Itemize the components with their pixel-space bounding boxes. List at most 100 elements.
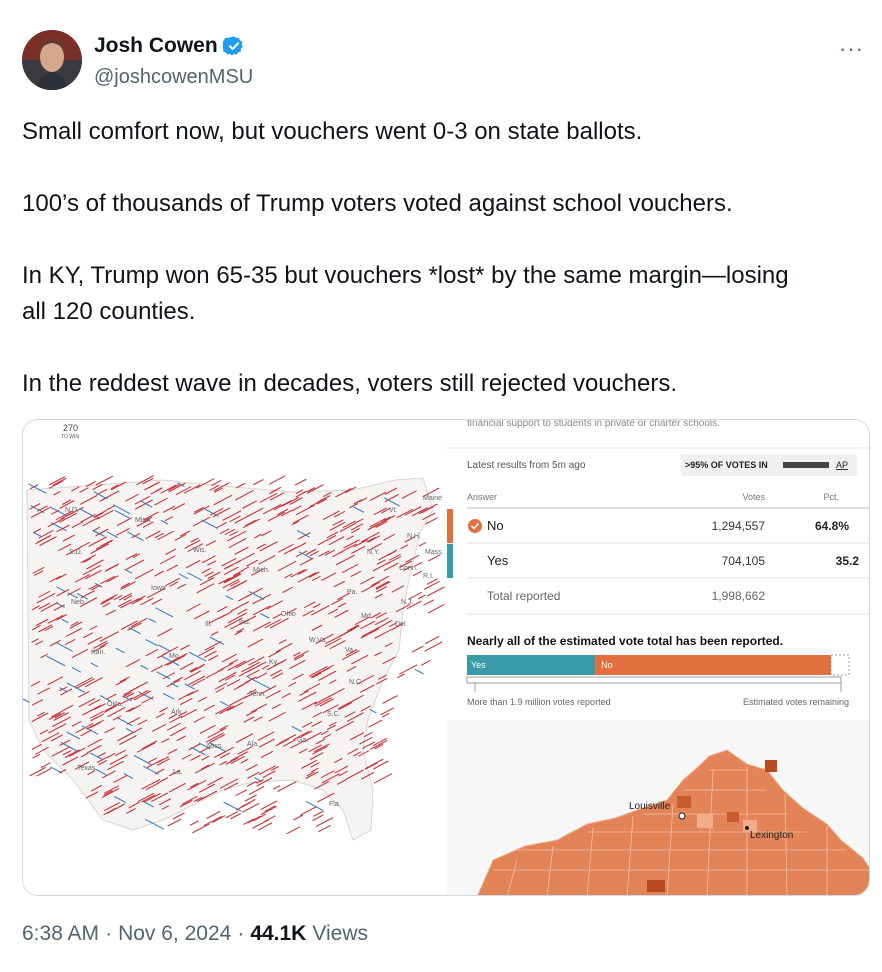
electoral-count-sub: TO WIN [61, 434, 79, 440]
shift-map-canvas: 270 TO WIN N.D. Minn. S.D. Wis. Mich. Neb. Iow… [23, 423, 445, 841]
shift-arrow [424, 635, 440, 645]
shift-arrow [373, 773, 393, 784]
shift-arrow [235, 789, 247, 797]
state-label: Del. [395, 621, 408, 628]
row-answer: Yes [487, 553, 509, 568]
row-votes: 704,105 [722, 554, 766, 568]
separator: · [105, 922, 113, 945]
shift-arrow [418, 542, 427, 547]
more-options-icon[interactable]: ··· [839, 36, 864, 62]
shift-arrow [294, 478, 307, 486]
tweet-text: Small comfort now, but vouchers went 0-3… [22, 114, 862, 402]
shift-arrow [364, 758, 384, 770]
state-label: Pa. [347, 589, 358, 596]
shift-arrow [423, 580, 440, 590]
tweet-paragraph: Small comfort now, but vouchers went 0-3… [22, 118, 643, 145]
display-name[interactable]: Josh Cowen [94, 34, 218, 58]
handle[interactable]: @joshcowenMSU [94, 66, 253, 89]
state-label: Mass. [425, 549, 444, 556]
tweet-time[interactable]: 6:38 AM [22, 922, 99, 946]
tweet-paragraph: In KY, Trump won 65-35 but vouchers *los… [22, 262, 789, 325]
county-dark [765, 760, 777, 772]
results-table: financial support to students in private… [447, 420, 869, 707]
shift-arrow [427, 603, 445, 614]
shift-arrow [382, 695, 398, 704]
shift-arrow [423, 599, 434, 606]
state-label: Maine [423, 495, 442, 502]
state-label: N.D. [65, 507, 79, 514]
shift-arrow [32, 753, 41, 759]
shift-arrow [299, 806, 317, 816]
latest-results: Latest results from 5m ago [467, 460, 586, 471]
shift-arrow [31, 743, 42, 750]
results-panel: financial support to students in private… [447, 420, 869, 895]
shift-arrow [29, 766, 47, 777]
yes-row-accent [447, 544, 453, 578]
state-label: Miss. [207, 743, 223, 750]
winner-check-icon [468, 519, 482, 533]
tweet-paragraph: 100’s of thousands of Trump voters voted… [22, 190, 733, 217]
state-label: Wis. [193, 547, 207, 554]
row-votes: 1,294,557 [712, 519, 766, 533]
lexington-marker [745, 826, 749, 830]
state-label: Kan. [91, 649, 105, 656]
remaining-note: Estimated votes remaining [743, 697, 849, 707]
shift-arrow [272, 785, 281, 790]
shift-arrow [368, 719, 383, 728]
tweet-date[interactable]: Nov 6, 2024 [118, 922, 231, 946]
row-answer: No [487, 518, 504, 533]
state-label: Conn. [399, 565, 418, 572]
shift-arrow [268, 475, 286, 485]
shift-arrow [223, 801, 242, 812]
shift-arrow [411, 645, 424, 653]
yes-bar [467, 655, 596, 675]
pct-votes-in: >95% OF VOTES IN [685, 460, 768, 470]
total-label: Total reported [487, 589, 560, 603]
shift-arrow [305, 800, 323, 811]
county-dark [677, 796, 691, 808]
shift-arrow [252, 819, 270, 829]
shift-arrow [206, 810, 221, 819]
state-label: N.Y. [367, 549, 380, 556]
state-label: Md. [361, 613, 373, 620]
no-bar [595, 655, 831, 675]
col-votes: Votes [742, 492, 765, 502]
views-label: Views [312, 922, 368, 945]
remaining-bar [830, 654, 850, 676]
city-label-lexington: Lexington [750, 830, 793, 841]
state-label: Mich. [253, 567, 270, 574]
total-votes: 1,998,662 [712, 589, 766, 603]
estimate-heading: Nearly all of the estimated vote total h… [467, 634, 783, 648]
state-label: Va. [345, 647, 355, 654]
col-answer: Answer [467, 492, 497, 502]
state-label: S.D. [69, 549, 83, 556]
shift-arrow [373, 760, 389, 770]
shift-arrow [318, 824, 331, 833]
state-label: N.H. [407, 533, 421, 540]
name-row: Josh Cowen [94, 34, 245, 58]
state-label: Ohio [281, 611, 296, 618]
no-row-accent [447, 509, 453, 543]
shift-arrow [414, 668, 424, 675]
no-bar-label: No [601, 660, 613, 670]
shift-arrow [277, 781, 297, 792]
shift-arrow [167, 818, 182, 827]
tweet-paragraph: In the reddest wave in decades, voters s… [22, 370, 678, 397]
shift-arrow [40, 762, 51, 769]
state-label: Ala. [247, 741, 259, 748]
source-link[interactable]: AP [836, 460, 848, 470]
shift-arrow [286, 826, 301, 835]
yes-bar-label: Yes [471, 660, 486, 670]
shift-arrow [398, 664, 418, 675]
shift-arrow [212, 815, 226, 823]
louisville-marker [678, 812, 686, 820]
avatar[interactable] [22, 30, 82, 90]
state-label: Fla. [329, 801, 341, 808]
results-table-area: financial support to students in private… [447, 420, 869, 720]
state-label: Mo. [169, 653, 181, 660]
shift-arrow [397, 673, 405, 679]
reported-bracket [466, 676, 842, 684]
electoral-count: 270 [63, 423, 78, 433]
row-pct: 64.8% [815, 519, 849, 533]
tweet-media[interactable]: 270 TO WIN N.D. Minn. S.D. Wis. Mich. Neb. Iow… [22, 419, 870, 896]
